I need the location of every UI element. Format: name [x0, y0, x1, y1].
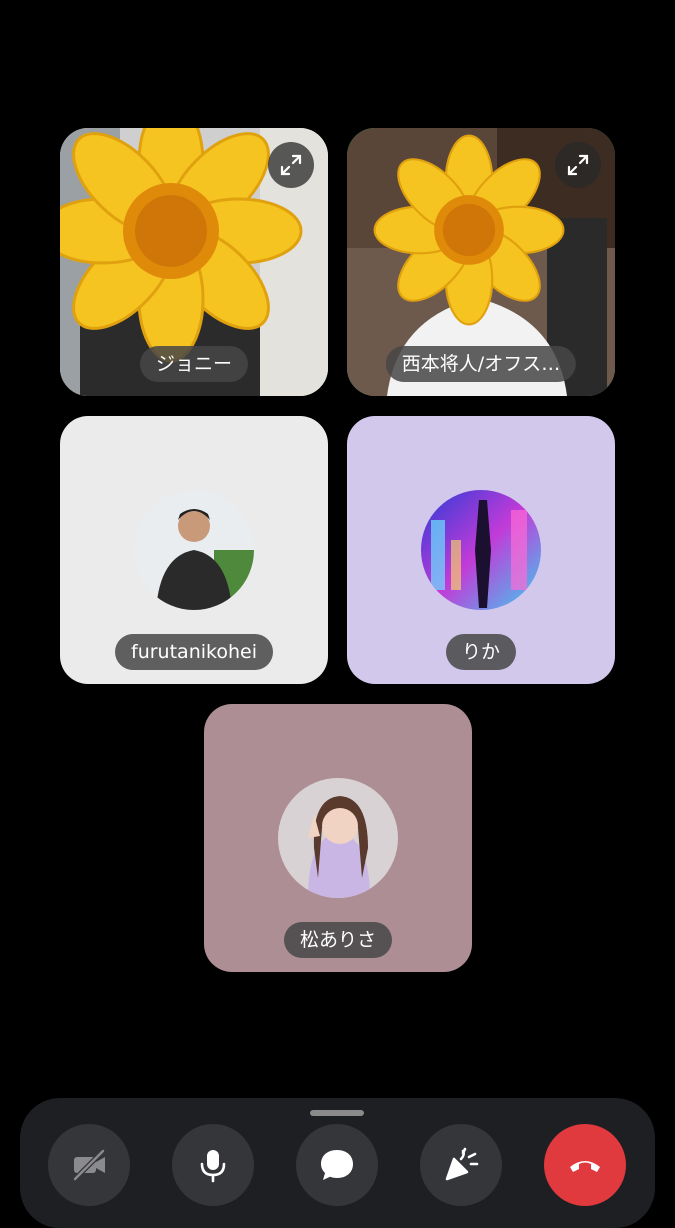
party-popper-icon [445, 1147, 479, 1181]
end-call-button[interactable] [544, 1124, 626, 1206]
microphone-icon [200, 1150, 226, 1183]
participant-name: 西本将人/オフス… [385, 346, 577, 382]
participant-tile-avatar-1[interactable]: furutanikohei [60, 416, 328, 684]
expand-icon [567, 154, 589, 176]
flower-filter-icon [373, 134, 565, 326]
avatar [278, 778, 398, 898]
camera-toggle-button[interactable] [48, 1124, 130, 1206]
participant-name: 松ありさ [283, 922, 393, 958]
expand-button[interactable] [555, 142, 601, 188]
participant-name: ジョニー [139, 346, 249, 382]
microphone-button[interactable] [172, 1124, 254, 1206]
chat-button[interactable] [296, 1124, 378, 1206]
participant-tile-video-1[interactable]: ジョニー [60, 128, 328, 396]
avatar [421, 490, 541, 610]
expand-icon [280, 154, 302, 176]
participant-tile-avatar-2[interactable]: りか [347, 416, 615, 684]
participant-name: りか [445, 634, 517, 670]
chat-bubble-icon [321, 1150, 353, 1180]
call-controls-bar [20, 1098, 655, 1228]
camera-off-icon [73, 1149, 105, 1181]
avatar [134, 490, 254, 610]
participant-tile-video-2[interactable]: 西本将人/オフス… [347, 128, 615, 396]
participant-tile-avatar-3[interactable]: 松ありさ [204, 704, 472, 972]
reactions-button[interactable] [420, 1124, 502, 1206]
drag-handle[interactable] [310, 1110, 364, 1116]
participant-name: furutanikohei [115, 634, 273, 670]
end-call-icon [570, 1161, 600, 1172]
expand-button[interactable] [268, 142, 314, 188]
